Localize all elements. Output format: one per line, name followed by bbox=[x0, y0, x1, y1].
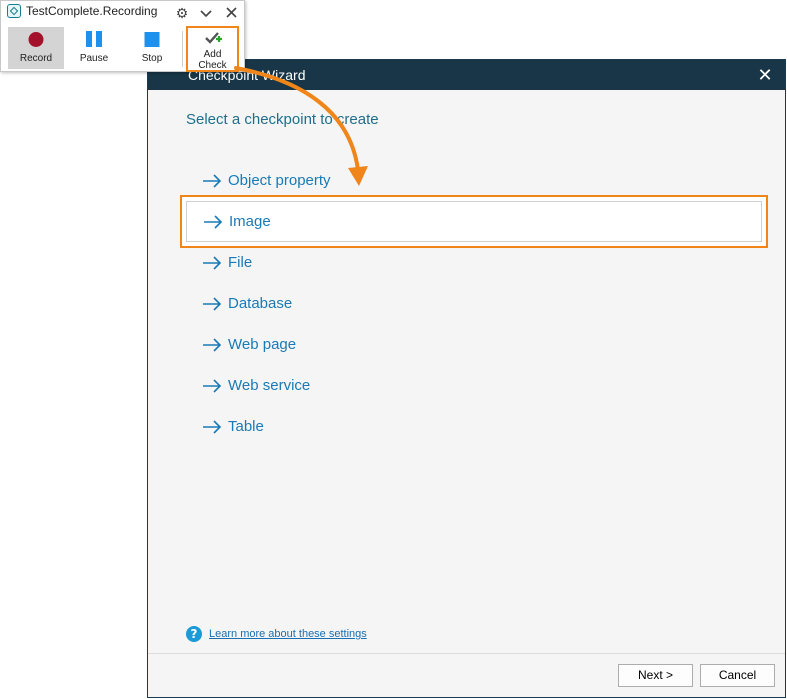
add-check-label-line1: Add bbox=[203, 49, 222, 60]
pause-label: Pause bbox=[79, 53, 109, 64]
next-button[interactable]: Next > bbox=[618, 664, 693, 687]
option-table[interactable]: Table bbox=[190, 406, 762, 447]
option-label: Table bbox=[228, 418, 264, 435]
close-icon[interactable] bbox=[222, 4, 240, 22]
record-button[interactable]: Record bbox=[8, 27, 64, 69]
record-icon bbox=[28, 32, 44, 47]
gear-icon[interactable]: ⚙ bbox=[173, 4, 191, 22]
option-label: Object property bbox=[228, 172, 331, 189]
option-web-service[interactable]: Web service bbox=[190, 365, 762, 406]
option-file[interactable]: File bbox=[190, 242, 762, 283]
add-check-label: Add Check bbox=[188, 49, 237, 71]
wizard-footer: Next > Cancel bbox=[148, 653, 785, 697]
checkpoint-wizard-dialog: Checkpoint Wizard ✕ Select a checkpoint … bbox=[147, 59, 786, 698]
testcomplete-logo-icon bbox=[7, 4, 21, 18]
option-label: Database bbox=[228, 295, 293, 312]
option-label: File bbox=[228, 254, 253, 271]
recording-toolbar: TestComplete.Recording ⚙ Record Pause St… bbox=[0, 0, 245, 72]
arrow-right-icon bbox=[203, 419, 222, 434]
cancel-button[interactable]: Cancel bbox=[700, 664, 775, 687]
option-image[interactable]: Image bbox=[186, 201, 762, 242]
pause-icon bbox=[86, 31, 102, 47]
add-checkpoint-icon bbox=[205, 32, 222, 44]
help-icon[interactable]: ? bbox=[186, 626, 202, 642]
pause-button[interactable]: Pause bbox=[66, 27, 122, 69]
arrow-right-icon bbox=[203, 378, 222, 393]
arrow-right-icon bbox=[203, 296, 222, 311]
option-database[interactable]: Database bbox=[190, 283, 762, 324]
option-label: Web page bbox=[228, 336, 297, 353]
option-label: Image bbox=[229, 213, 271, 230]
wizard-heading: Select a checkpoint to create bbox=[186, 111, 379, 128]
add-check-button[interactable]: Add Check bbox=[186, 26, 239, 72]
learn-more-row: ? Learn more about these settings bbox=[186, 626, 367, 642]
learn-more-link[interactable]: Learn more about these settings bbox=[209, 628, 367, 640]
add-check-label-line2: Check bbox=[198, 60, 227, 71]
stop-label: Stop bbox=[141, 53, 163, 64]
option-web-page[interactable]: Web page bbox=[190, 324, 762, 365]
stop-icon bbox=[144, 32, 160, 47]
checkpoint-option-list: Object property Image File Database Web … bbox=[186, 160, 762, 447]
toolbar-separator bbox=[182, 31, 183, 67]
arrow-right-icon bbox=[204, 214, 223, 229]
toolbar-title: TestComplete.Recording bbox=[26, 4, 158, 18]
stop-button[interactable]: Stop bbox=[124, 27, 180, 69]
chevron-down-icon[interactable] bbox=[197, 4, 215, 22]
option-object-property[interactable]: Object property bbox=[190, 160, 762, 201]
arrow-right-icon bbox=[203, 173, 222, 188]
arrow-right-icon bbox=[203, 337, 222, 352]
toolbar-titlebar: TestComplete.Recording bbox=[7, 4, 157, 18]
close-icon[interactable]: ✕ bbox=[755, 64, 775, 86]
option-label: Web service bbox=[228, 377, 311, 394]
record-label: Record bbox=[19, 53, 53, 64]
arrow-right-icon bbox=[203, 255, 222, 270]
